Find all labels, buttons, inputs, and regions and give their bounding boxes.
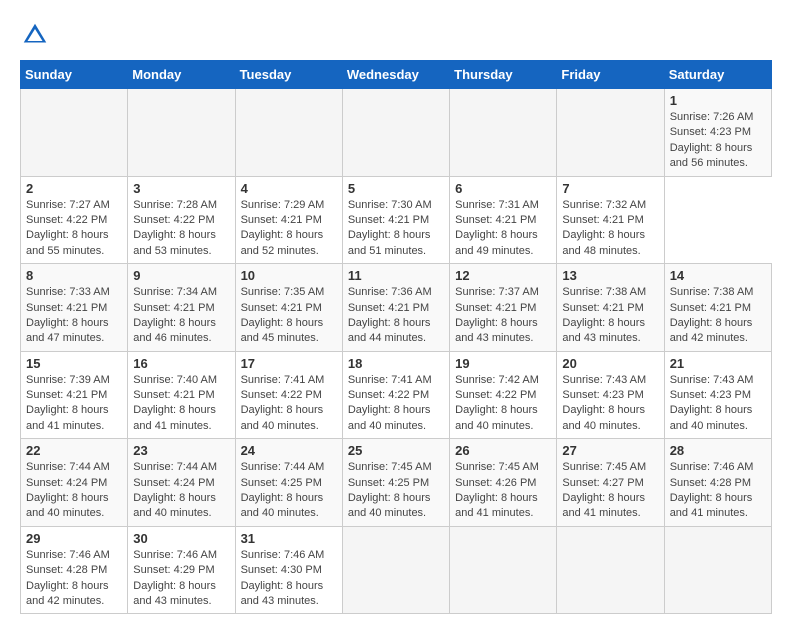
calendar-day-11: 11Sunrise: 7:36 AMSunset: 4:21 PMDayligh… <box>342 264 449 352</box>
calendar-day-14: 14Sunrise: 7:38 AMSunset: 4:21 PMDayligh… <box>664 264 771 352</box>
calendar-week-4: 15Sunrise: 7:39 AMSunset: 4:21 PMDayligh… <box>21 351 772 439</box>
calendar-day-20: 20Sunrise: 7:43 AMSunset: 4:23 PMDayligh… <box>557 351 664 439</box>
empty-cell <box>235 89 342 177</box>
calendar-day-25: 25Sunrise: 7:45 AMSunset: 4:25 PMDayligh… <box>342 439 449 527</box>
calendar-day-17: 17Sunrise: 7:41 AMSunset: 4:22 PMDayligh… <box>235 351 342 439</box>
calendar-day-4: 4Sunrise: 7:29 AMSunset: 4:21 PMDaylight… <box>235 176 342 264</box>
empty-cell <box>557 526 664 614</box>
empty-cell <box>450 526 557 614</box>
logo <box>20 20 54 50</box>
day-of-week-sunday: Sunday <box>21 61 128 89</box>
calendar-body: 1Sunrise: 7:26 AMSunset: 4:23 PMDaylight… <box>21 89 772 614</box>
logo-icon <box>20 20 50 50</box>
empty-cell <box>664 526 771 614</box>
calendar-day-27: 27Sunrise: 7:45 AMSunset: 4:27 PMDayligh… <box>557 439 664 527</box>
empty-cell <box>342 526 449 614</box>
calendar-day-23: 23Sunrise: 7:44 AMSunset: 4:24 PMDayligh… <box>128 439 235 527</box>
calendar-week-3: 8Sunrise: 7:33 AMSunset: 4:21 PMDaylight… <box>21 264 772 352</box>
calendar-week-2: 2Sunrise: 7:27 AMSunset: 4:22 PMDaylight… <box>21 176 772 264</box>
day-of-week-thursday: Thursday <box>450 61 557 89</box>
empty-cell <box>128 89 235 177</box>
calendar-day-15: 15Sunrise: 7:39 AMSunset: 4:21 PMDayligh… <box>21 351 128 439</box>
calendar-day-13: 13Sunrise: 7:38 AMSunset: 4:21 PMDayligh… <box>557 264 664 352</box>
calendar-day-16: 16Sunrise: 7:40 AMSunset: 4:21 PMDayligh… <box>128 351 235 439</box>
calendar-day-2: 2Sunrise: 7:27 AMSunset: 4:22 PMDaylight… <box>21 176 128 264</box>
day-of-week-saturday: Saturday <box>664 61 771 89</box>
calendar-day-18: 18Sunrise: 7:41 AMSunset: 4:22 PMDayligh… <box>342 351 449 439</box>
calendar-day-1: 1Sunrise: 7:26 AMSunset: 4:23 PMDaylight… <box>664 89 771 177</box>
empty-cell <box>450 89 557 177</box>
calendar-day-10: 10Sunrise: 7:35 AMSunset: 4:21 PMDayligh… <box>235 264 342 352</box>
calendar-day-24: 24Sunrise: 7:44 AMSunset: 4:25 PMDayligh… <box>235 439 342 527</box>
calendar-day-5: 5Sunrise: 7:30 AMSunset: 4:21 PMDaylight… <box>342 176 449 264</box>
day-of-week-monday: Monday <box>128 61 235 89</box>
calendar-day-30: 30Sunrise: 7:46 AMSunset: 4:29 PMDayligh… <box>128 526 235 614</box>
empty-cell <box>342 89 449 177</box>
calendar-day-22: 22Sunrise: 7:44 AMSunset: 4:24 PMDayligh… <box>21 439 128 527</box>
empty-cell <box>557 89 664 177</box>
calendar-day-3: 3Sunrise: 7:28 AMSunset: 4:22 PMDaylight… <box>128 176 235 264</box>
calendar-day-9: 9Sunrise: 7:34 AMSunset: 4:21 PMDaylight… <box>128 264 235 352</box>
calendar-week-1: 1Sunrise: 7:26 AMSunset: 4:23 PMDaylight… <box>21 89 772 177</box>
calendar: SundayMondayTuesdayWednesdayThursdayFrid… <box>20 60 772 614</box>
calendar-day-21: 21Sunrise: 7:43 AMSunset: 4:23 PMDayligh… <box>664 351 771 439</box>
empty-cell <box>21 89 128 177</box>
calendar-day-12: 12Sunrise: 7:37 AMSunset: 4:21 PMDayligh… <box>450 264 557 352</box>
page-header <box>20 20 772 50</box>
calendar-day-8: 8Sunrise: 7:33 AMSunset: 4:21 PMDaylight… <box>21 264 128 352</box>
calendar-week-5: 22Sunrise: 7:44 AMSunset: 4:24 PMDayligh… <box>21 439 772 527</box>
day-of-week-wednesday: Wednesday <box>342 61 449 89</box>
day-of-week-friday: Friday <box>557 61 664 89</box>
day-of-week-tuesday: Tuesday <box>235 61 342 89</box>
calendar-day-6: 6Sunrise: 7:31 AMSunset: 4:21 PMDaylight… <box>450 176 557 264</box>
calendar-week-6: 29Sunrise: 7:46 AMSunset: 4:28 PMDayligh… <box>21 526 772 614</box>
calendar-day-26: 26Sunrise: 7:45 AMSunset: 4:26 PMDayligh… <box>450 439 557 527</box>
calendar-day-19: 19Sunrise: 7:42 AMSunset: 4:22 PMDayligh… <box>450 351 557 439</box>
calendar-day-31: 31Sunrise: 7:46 AMSunset: 4:30 PMDayligh… <box>235 526 342 614</box>
calendar-day-29: 29Sunrise: 7:46 AMSunset: 4:28 PMDayligh… <box>21 526 128 614</box>
calendar-header-row: SundayMondayTuesdayWednesdayThursdayFrid… <box>21 61 772 89</box>
calendar-day-28: 28Sunrise: 7:46 AMSunset: 4:28 PMDayligh… <box>664 439 771 527</box>
calendar-day-7: 7Sunrise: 7:32 AMSunset: 4:21 PMDaylight… <box>557 176 664 264</box>
